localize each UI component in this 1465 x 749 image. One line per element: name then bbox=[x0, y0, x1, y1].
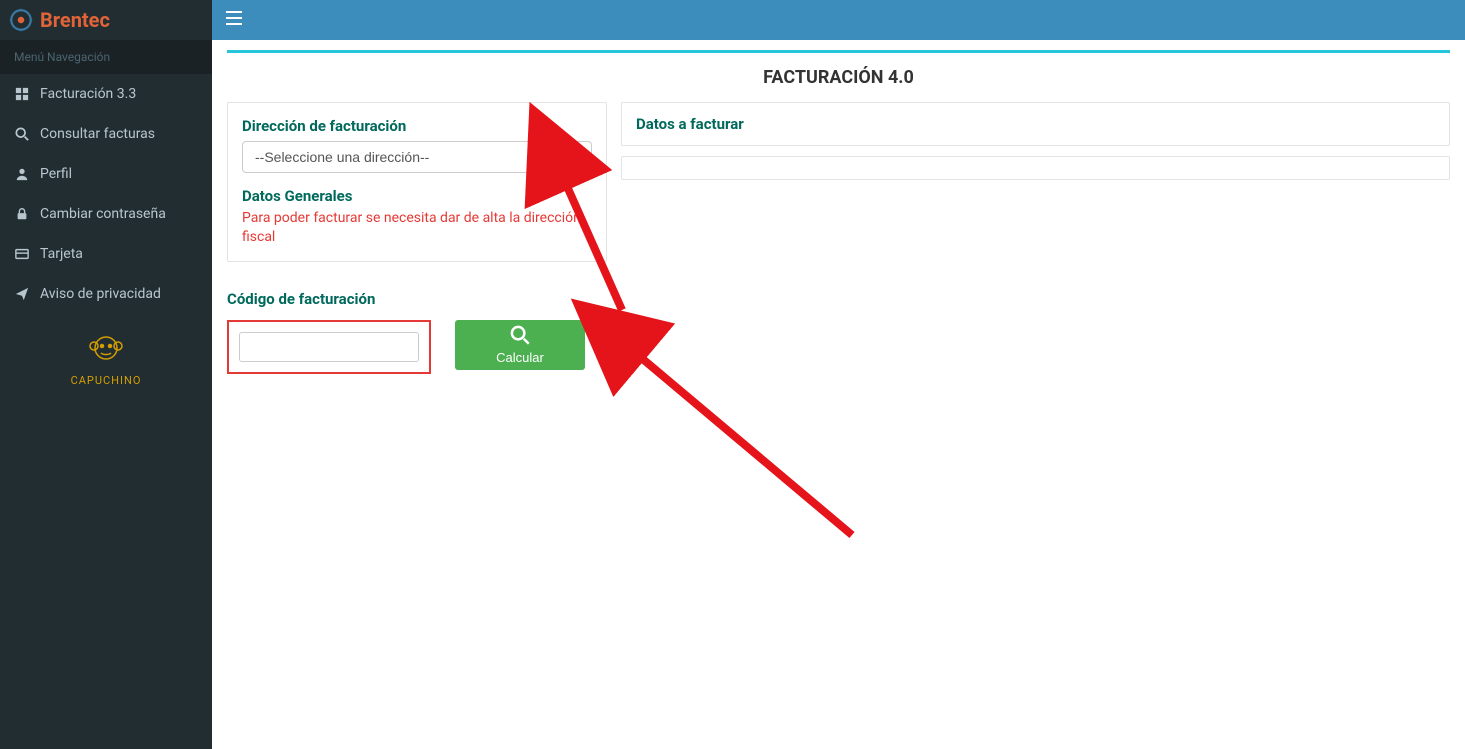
billing-address-heading: Dirección de facturación bbox=[242, 117, 592, 135]
sidebar-item-label: Facturación 3.3 bbox=[40, 86, 136, 102]
topbar bbox=[212, 0, 1465, 40]
invoice-data-heading: Datos a facturar bbox=[636, 115, 1435, 133]
billing-code-highlight bbox=[227, 320, 431, 374]
billing-code-heading: Código de facturación bbox=[227, 290, 607, 308]
sidebar-item-perfil[interactable]: Perfil bbox=[0, 154, 212, 194]
sidebar-item-tarjeta[interactable]: Tarjeta bbox=[0, 234, 212, 274]
card-icon bbox=[14, 246, 30, 262]
sidebar-item-label: Consultar facturas bbox=[40, 126, 155, 142]
sidebar-item-label: Cambiar contraseña bbox=[40, 206, 166, 222]
search-icon bbox=[14, 126, 30, 142]
grid-icon bbox=[14, 86, 30, 102]
calculate-button-label: Calcular bbox=[496, 350, 544, 365]
billing-address-panel: Dirección de facturación --Seleccione un… bbox=[227, 102, 607, 262]
search-icon bbox=[510, 325, 530, 348]
brand: Brentec bbox=[0, 0, 212, 40]
sidebar-footer-label: CAPUCHINO bbox=[0, 374, 212, 387]
lock-icon bbox=[14, 206, 30, 222]
sidebar-item-label: Perfil bbox=[40, 166, 72, 182]
page-title: FACTURACIÓN 4.0 bbox=[227, 67, 1450, 88]
brand-name: Brentec bbox=[40, 8, 110, 32]
general-data-warning: Para poder facturar se necesita dar de a… bbox=[242, 209, 592, 247]
sidebar-item-privacidad[interactable]: Aviso de privacidad bbox=[0, 274, 212, 314]
address-select[interactable]: --Seleccione una dirección-- bbox=[242, 141, 592, 173]
sidebar-nav: Facturación 3.3 Consultar facturas Perfi… bbox=[0, 74, 212, 314]
sidebar-item-password[interactable]: Cambiar contraseña bbox=[0, 194, 212, 234]
sidebar-item-label: Tarjeta bbox=[40, 246, 83, 262]
main-content: FACTURACIÓN 4.0 Dirección de facturación… bbox=[212, 40, 1465, 749]
accent-stripe bbox=[227, 50, 1450, 53]
billing-code-section: Código de facturación Calcular bbox=[227, 290, 607, 374]
sidebar-item-label: Aviso de privacidad bbox=[40, 286, 161, 302]
invoice-data-panel: Datos a facturar bbox=[621, 102, 1450, 146]
gear-icon bbox=[8, 7, 34, 33]
invoice-data-panel-body bbox=[621, 156, 1450, 180]
calculate-button[interactable]: Calcular bbox=[455, 320, 585, 370]
sidebar-footer: CAPUCHINO bbox=[0, 314, 212, 387]
general-data-heading: Datos Generales bbox=[242, 187, 592, 205]
sidebar-item-consultar[interactable]: Consultar facturas bbox=[0, 114, 212, 154]
sidebar: Brentec Menú Navegación Facturación 3.3 … bbox=[0, 0, 212, 749]
monkey-icon bbox=[88, 354, 124, 370]
menu-toggle-icon[interactable] bbox=[226, 11, 242, 29]
sidebar-section-label: Menú Navegación bbox=[0, 40, 212, 74]
send-icon bbox=[14, 286, 30, 302]
sidebar-item-facturacion[interactable]: Facturación 3.3 bbox=[0, 74, 212, 114]
billing-code-input[interactable] bbox=[239, 332, 419, 362]
user-icon bbox=[14, 166, 30, 182]
